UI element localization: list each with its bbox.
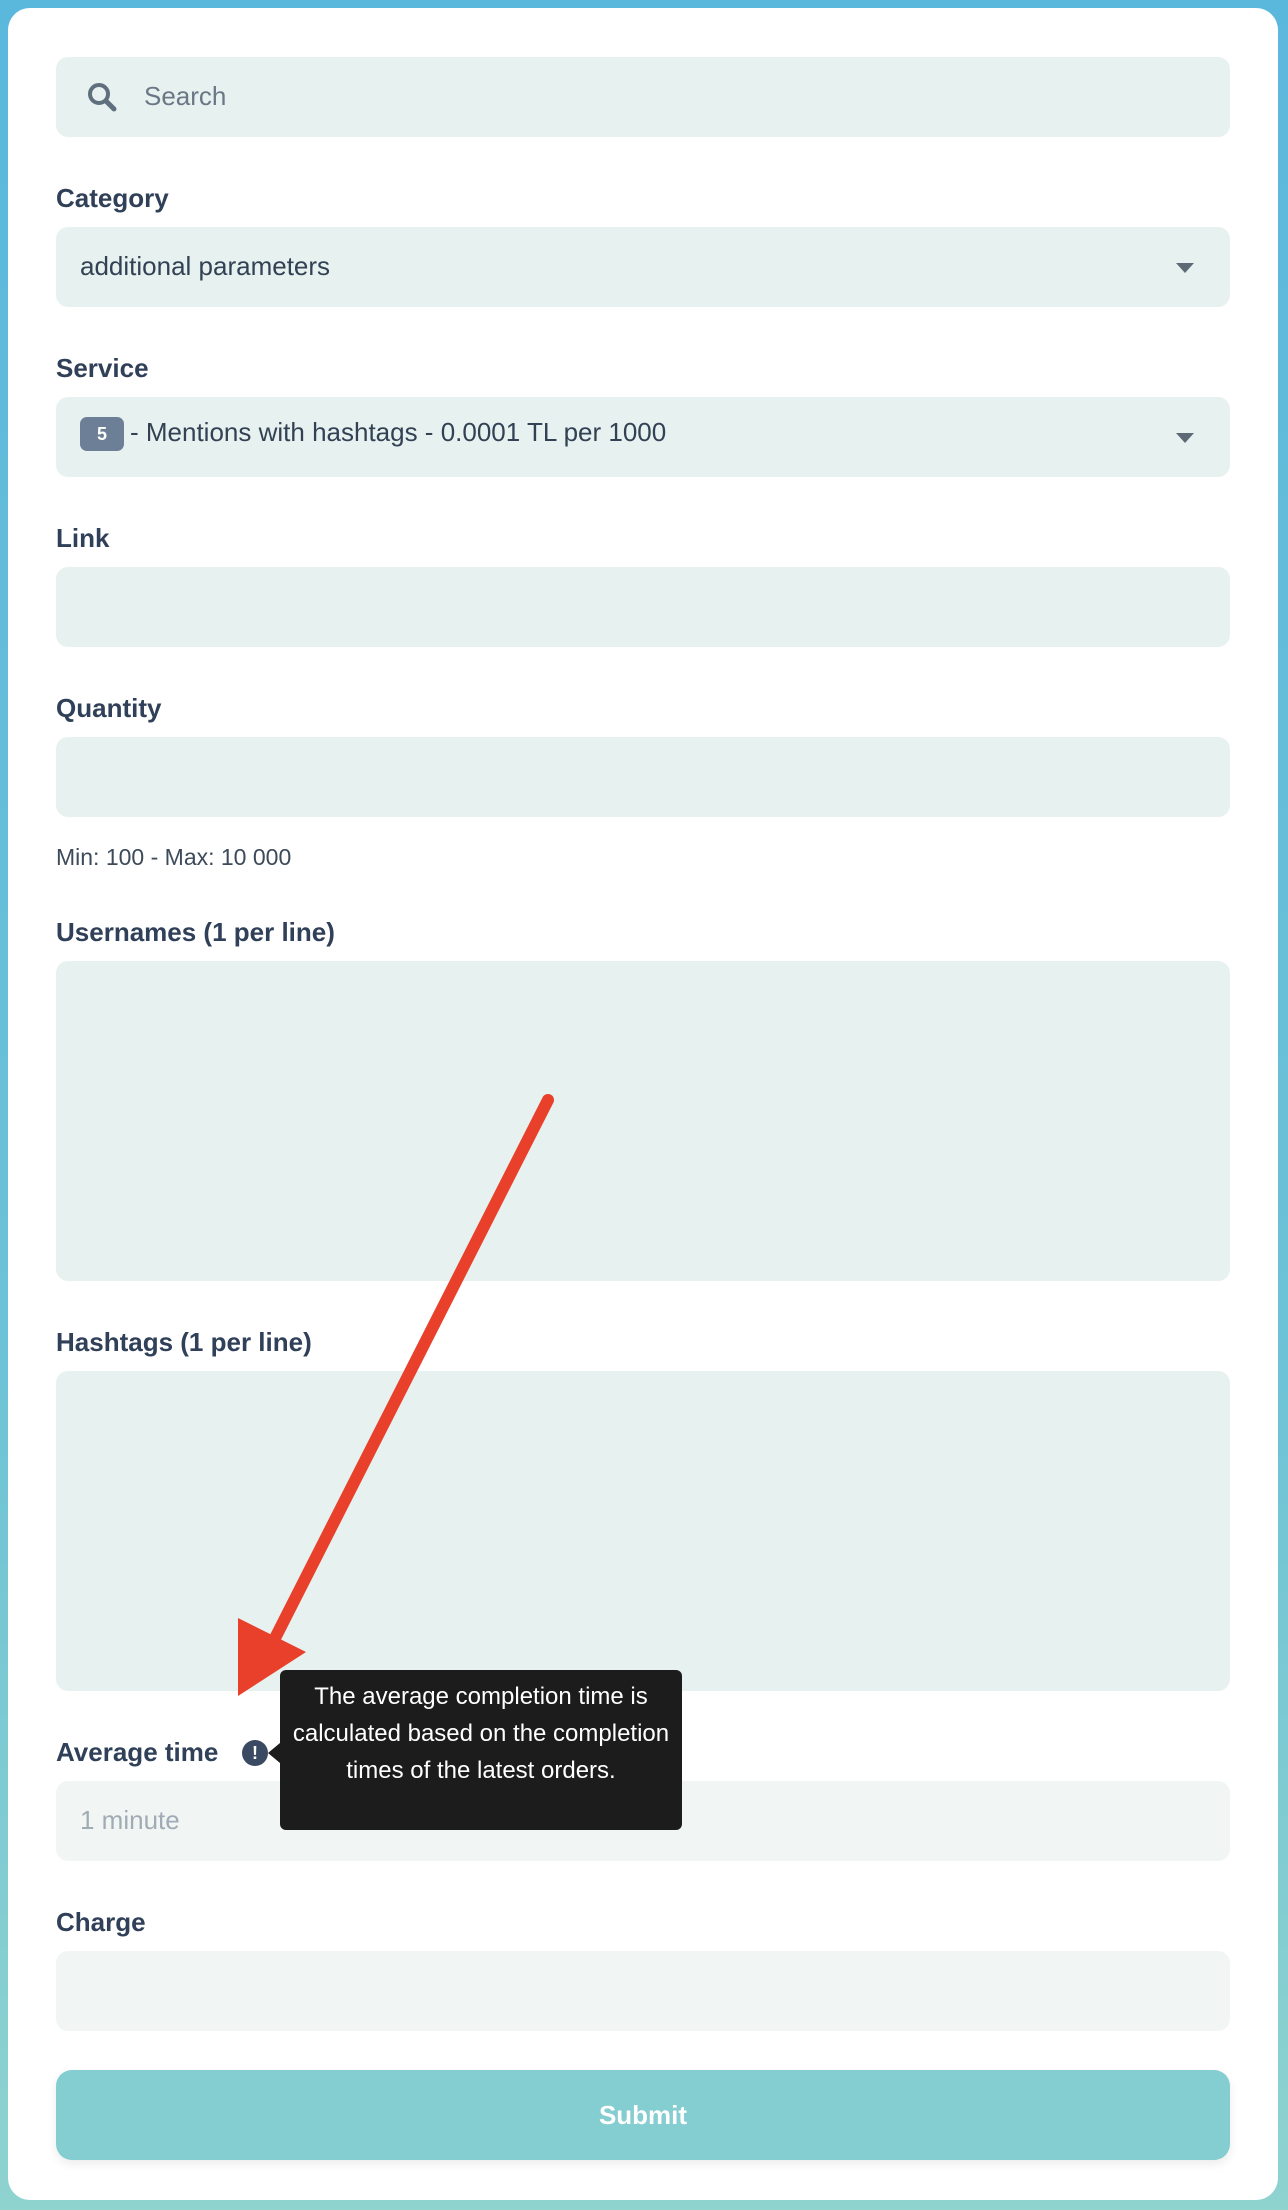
usernames-label: Usernames (1 per line) xyxy=(56,917,335,947)
category-value: additional parameters xyxy=(80,251,331,281)
usernames-textarea[interactable] xyxy=(56,961,1230,1281)
category-label: Category xyxy=(56,183,169,213)
charge-field xyxy=(56,1951,1230,2031)
service-value: - Mentions with hashtags - 0.0001 TL per… xyxy=(130,417,667,447)
search-field[interactable]: Search xyxy=(56,57,1230,137)
hashtags-textarea[interactable] xyxy=(56,1371,1230,1691)
service-id-badge: 5 xyxy=(80,417,124,452)
submit-button[interactable]: Submit xyxy=(56,2070,1230,2160)
charge-label: Charge xyxy=(56,1907,146,1937)
chevron-down-icon xyxy=(1176,263,1194,273)
quantity-input[interactable] xyxy=(56,737,1230,817)
order-form-card: Search Category additional parameters Se… xyxy=(8,8,1278,2200)
category-select[interactable]: additional parameters xyxy=(56,227,1230,307)
average-time-value: 1 minute xyxy=(80,1805,180,1835)
link-input[interactable] xyxy=(56,567,1230,647)
average-time-tooltip: The average completion time is calculate… xyxy=(280,1670,682,1830)
info-icon[interactable]: ! xyxy=(242,1740,268,1766)
tooltip-arrow xyxy=(268,1743,280,1763)
link-label: Link xyxy=(56,523,110,553)
service-select[interactable]: 5- Mentions with hashtags - 0.0001 TL pe… xyxy=(56,397,1230,477)
quantity-label: Quantity xyxy=(56,693,162,723)
chevron-down-icon xyxy=(1176,433,1194,443)
average-time-label: Average time xyxy=(56,1737,219,1767)
service-label: Service xyxy=(56,353,149,383)
hashtags-label: Hashtags (1 per line) xyxy=(56,1327,312,1357)
search-placeholder: Search xyxy=(144,81,227,111)
quantity-hint: Min: 100 - Max: 10 000 xyxy=(56,844,292,870)
search-icon xyxy=(88,83,117,112)
